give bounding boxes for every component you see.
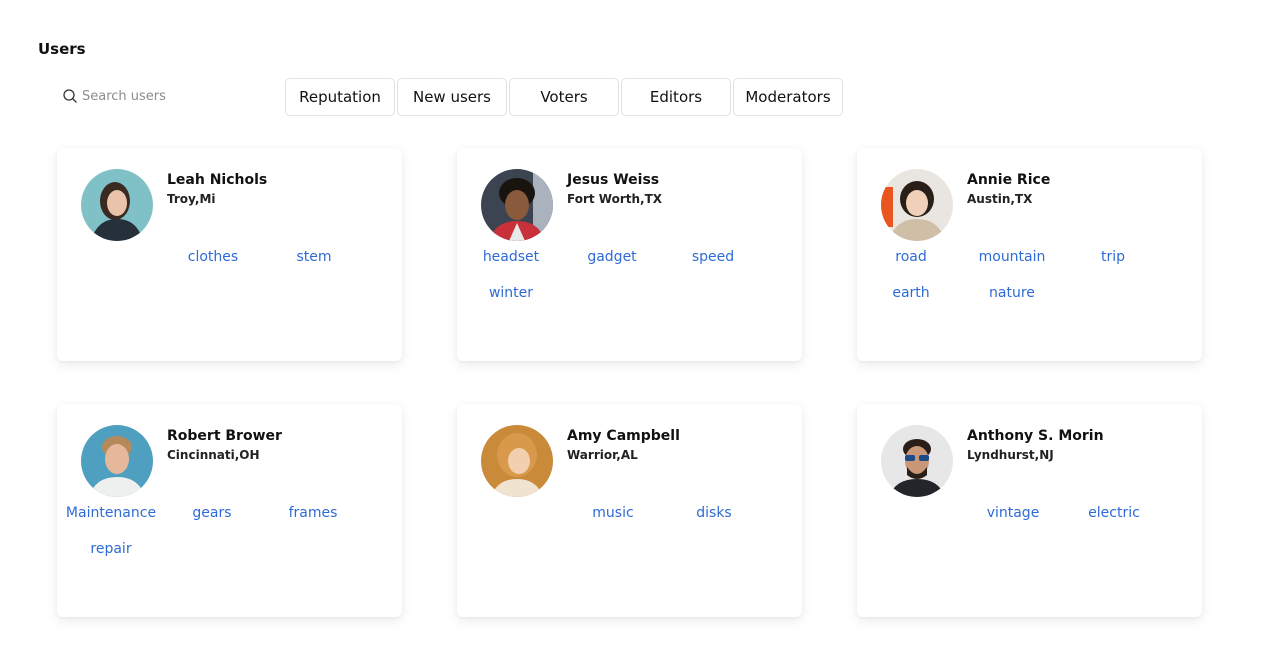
tag[interactable]: earth [861,284,961,302]
avatar[interactable] [881,169,953,241]
tag[interactable]: electric [1064,504,1164,522]
tag-list: clothes stem [57,248,402,266]
avatar[interactable] [481,169,553,241]
tag-list: headset gadget speed winter [457,248,802,302]
user-card[interactable]: Leah Nichols Troy,Mi clothes stem [57,148,402,361]
user-name[interactable]: Robert Brower [167,428,282,444]
search-input[interactable]: Search users [82,89,166,104]
page-title: Users [38,40,86,58]
avatar[interactable] [481,425,553,497]
tag[interactable]: disks [664,504,764,522]
tag[interactable]: stem [264,248,364,266]
tag[interactable]: headset [461,248,561,266]
search-box[interactable]: Search users [62,88,166,104]
tag[interactable]: speed [663,248,763,266]
tag-list: vintage electric [857,504,1202,522]
user-card[interactable]: Annie Rice Austin,TX road mountain trip … [857,148,1202,361]
user-location: Troy,Mi [167,192,216,206]
user-card[interactable]: Robert Brower Cincinnati,OH Maintenance … [57,404,402,617]
tag[interactable]: winter [461,284,561,302]
tag[interactable]: nature [962,284,1062,302]
tag[interactable]: Maintenance [61,504,161,522]
user-card[interactable]: Jesus Weiss Fort Worth,TX headset gadget… [457,148,802,361]
user-location: Fort Worth,TX [567,192,663,206]
tag[interactable]: gadget [562,248,662,266]
tag[interactable]: mountain [962,248,1062,266]
tag[interactable]: gears [162,504,262,522]
user-filter-tabs: Reputation New users Voters Editors Mode… [285,78,845,116]
tag-list: road mountain trip earth nature [857,248,1202,302]
tag-list: music disks [457,504,802,522]
user-location: Warrior,AL [567,448,638,462]
tag[interactable]: clothes [163,248,263,266]
tag[interactable]: vintage [963,504,1063,522]
tag[interactable]: repair [61,540,161,558]
tag[interactable]: trip [1063,248,1163,266]
tag[interactable]: frames [263,504,363,522]
tab-new-users[interactable]: New users [397,78,507,116]
user-name[interactable]: Leah Nichols [167,172,267,188]
tag[interactable]: road [861,248,961,266]
user-name[interactable]: Jesus Weiss [567,172,659,188]
tab-moderators[interactable]: Moderators [733,78,843,116]
user-name[interactable]: Anthony S. Morin [967,428,1104,444]
user-name[interactable]: Annie Rice [967,172,1050,188]
user-card[interactable]: Amy Campbell Warrior,AL music disks [457,404,802,617]
tab-editors[interactable]: Editors [621,78,731,116]
tag[interactable]: music [563,504,663,522]
search-icon [62,88,78,104]
avatar[interactable] [81,169,153,241]
user-card[interactable]: Anthony S. Morin Lyndhurst,NJ vintage el… [857,404,1202,617]
user-location: Austin,TX [967,192,1033,206]
avatar[interactable] [81,425,153,497]
user-location: Cincinnati,OH [167,448,260,462]
tab-voters[interactable]: Voters [509,78,619,116]
tag-list: Maintenance gears frames repair [57,504,402,558]
tab-reputation[interactable]: Reputation [285,78,395,116]
avatar[interactable] [881,425,953,497]
user-location: Lyndhurst,NJ [967,448,1054,462]
user-name[interactable]: Amy Campbell [567,428,680,444]
